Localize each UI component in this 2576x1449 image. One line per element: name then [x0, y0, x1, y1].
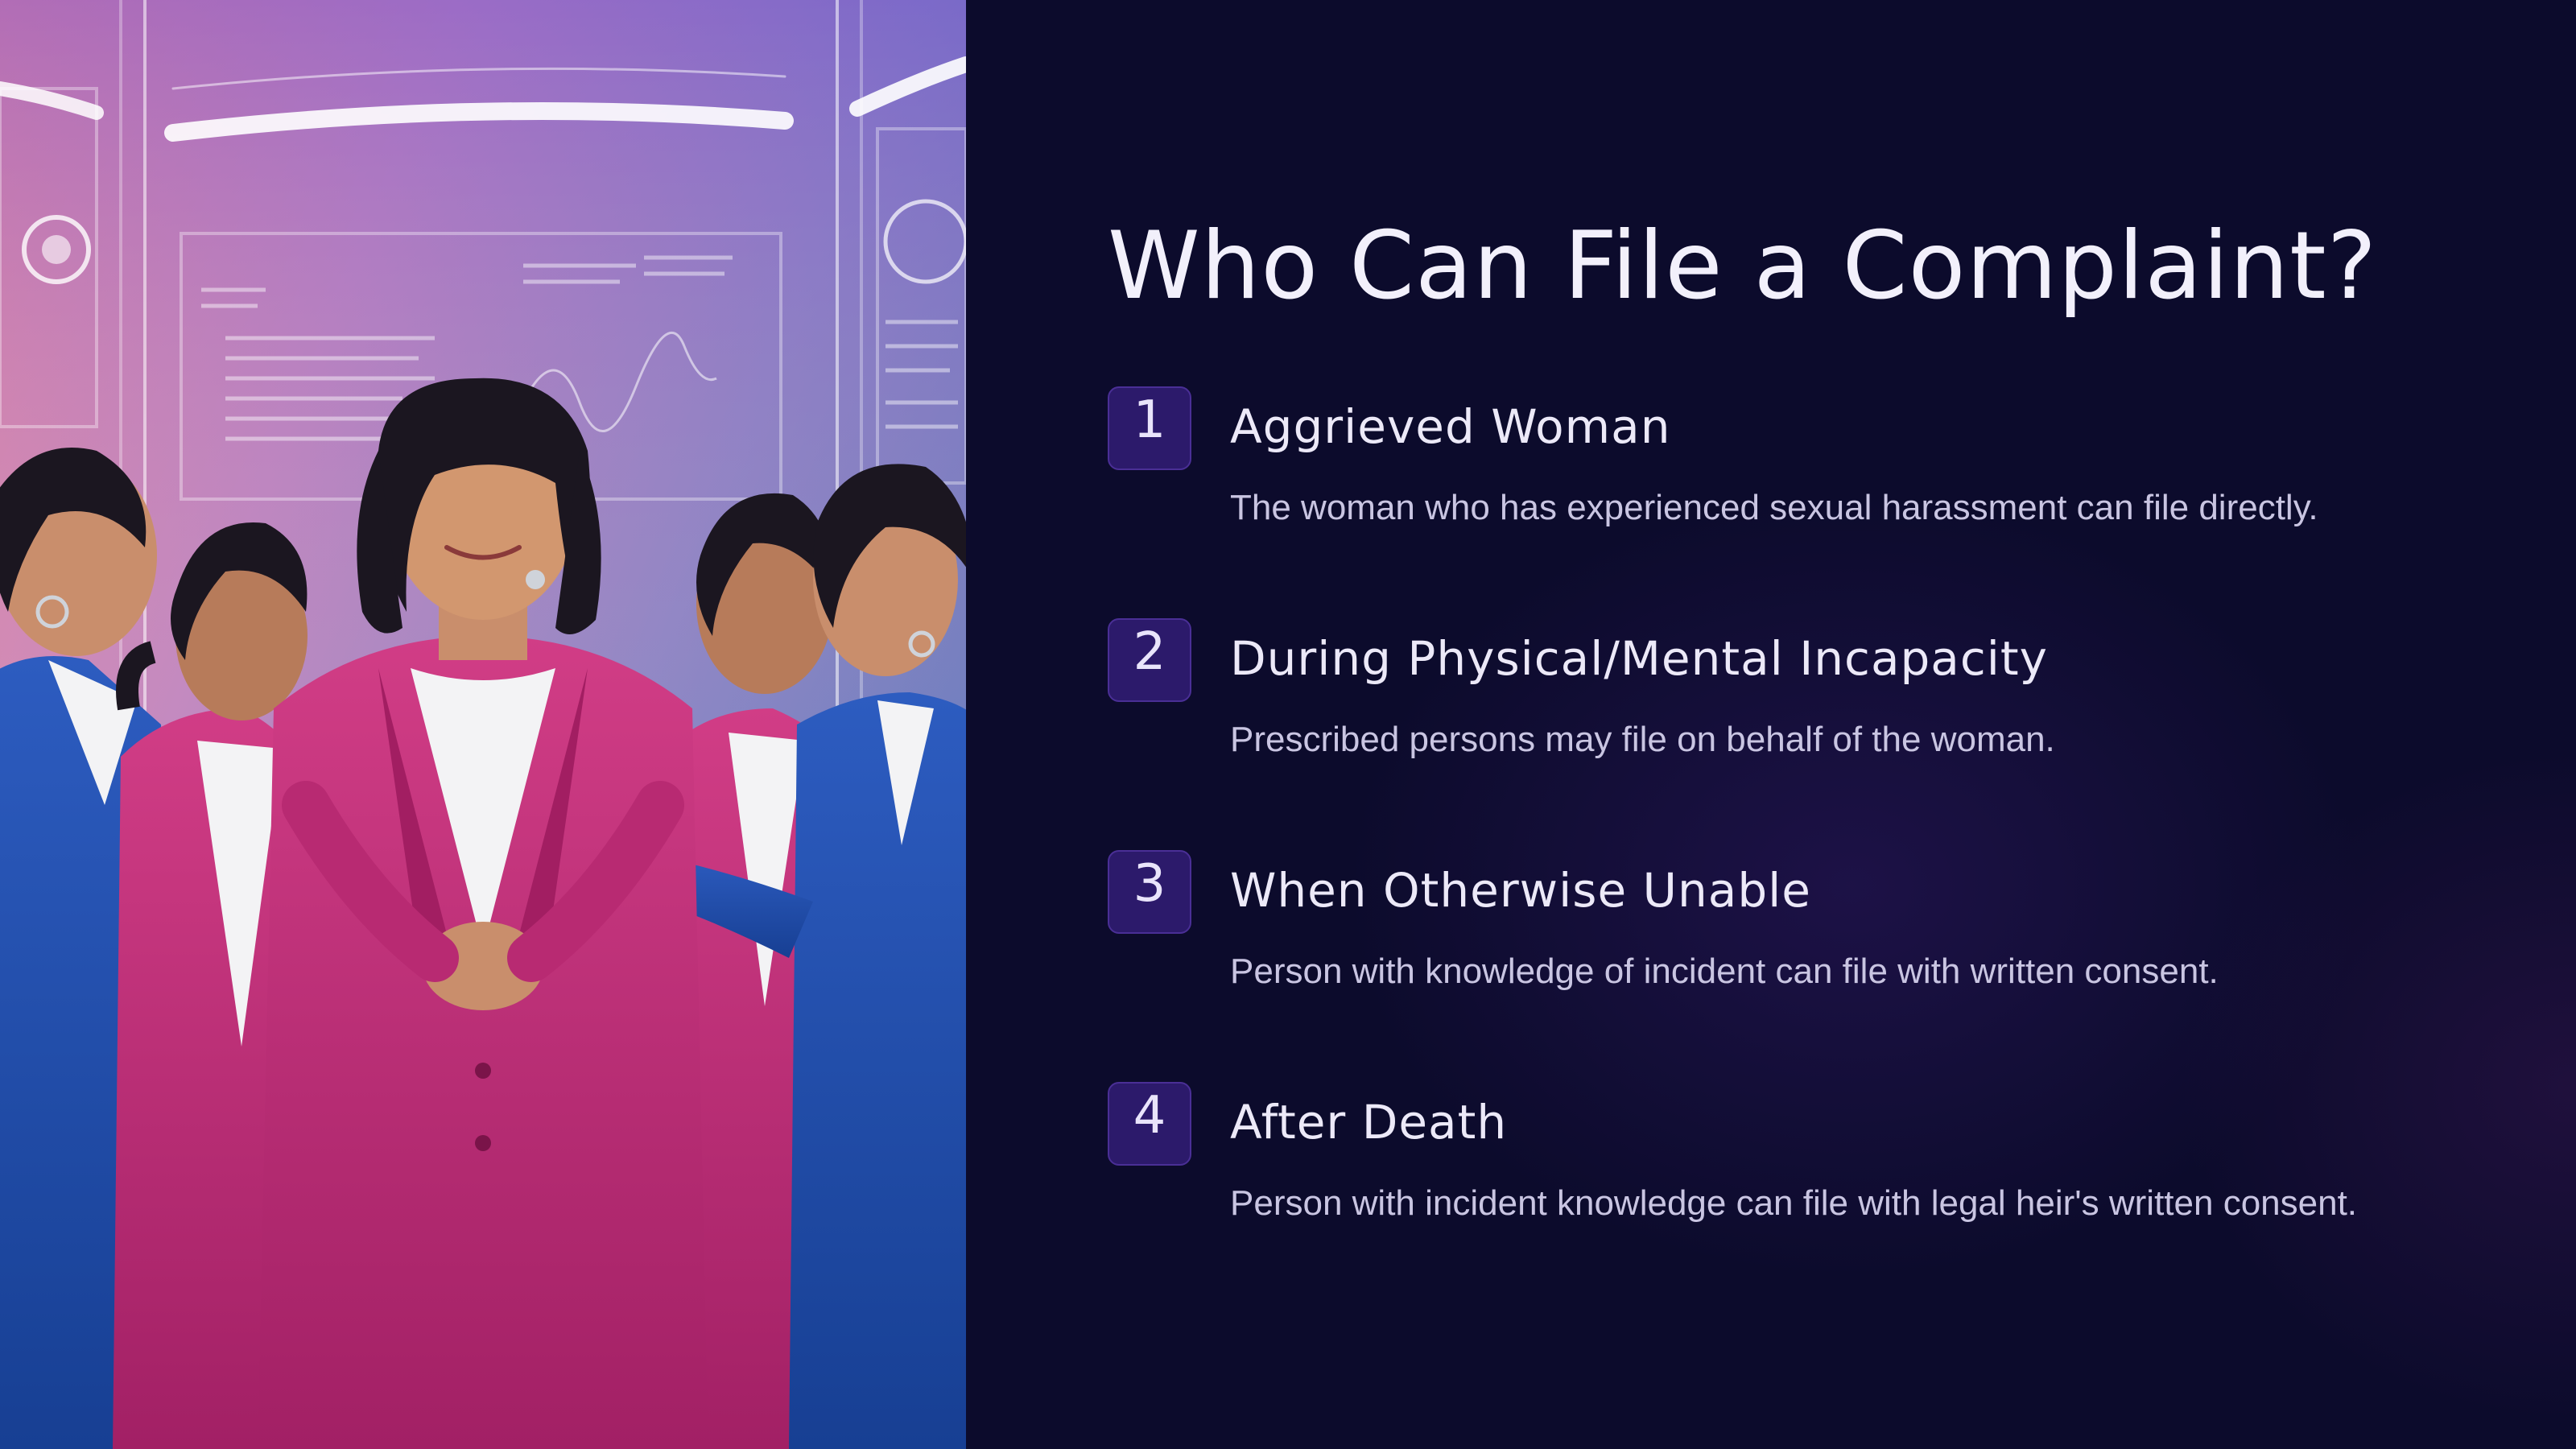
item-title: During Physical/Mental Incapacity: [1230, 631, 2048, 686]
slide: Who Can File a Complaint? 1 Aggrieved Wo…: [0, 0, 2576, 1449]
illustration-women-colleagues: [0, 0, 966, 1449]
item-title: After Death: [1230, 1095, 1508, 1150]
criteria-list: 1 Aggrieved Woman The woman who has expe…: [1108, 385, 2524, 1312]
item-description: The woman who has experienced sexual har…: [1230, 488, 2318, 527]
list-item: 1 Aggrieved Woman The woman who has expe…: [1108, 385, 2524, 617]
item-title: When Otherwise Unable: [1230, 863, 1811, 918]
illustration-graphic: [0, 0, 966, 1449]
list-item: 2 During Physical/Mental Incapacity Pres…: [1108, 617, 2524, 848]
page-title: Who Can File a Complaint?: [1108, 212, 2378, 320]
list-item: 3 When Otherwise Unable Person with know…: [1108, 848, 2524, 1080]
content-panel: Who Can File a Complaint? 1 Aggrieved Wo…: [1108, 0, 2524, 1449]
number-badge: 3: [1108, 850, 1191, 934]
item-title: Aggrieved Woman: [1230, 399, 1671, 454]
number-badge: 4: [1108, 1082, 1191, 1166]
number-badge: 1: [1108, 386, 1191, 470]
item-description: Person with incident knowledge can file …: [1230, 1183, 2358, 1223]
item-description: Person with knowledge of incident can fi…: [1230, 952, 2219, 991]
number-badge: 2: [1108, 618, 1191, 702]
item-description: Prescribed persons may file on behalf of…: [1230, 720, 2055, 759]
list-item: 4 After Death Person with incident knowl…: [1108, 1080, 2524, 1312]
